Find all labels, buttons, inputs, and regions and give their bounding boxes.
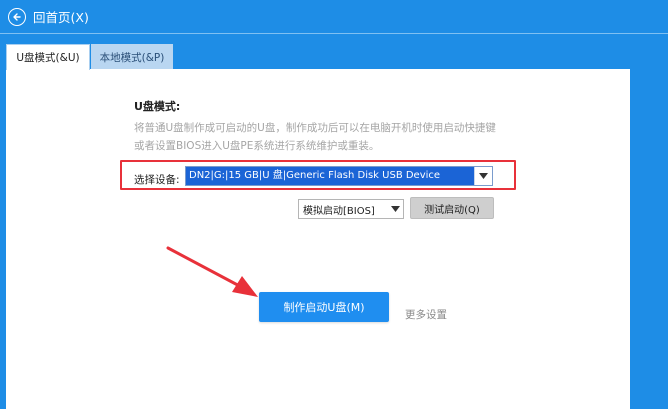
make-boot-usb-button[interactable]: 制作启动U盘(M) (259, 292, 389, 322)
more-settings-link[interactable]: 更多设置 (405, 307, 447, 322)
tab-usb-mode[interactable]: U盘模式(&U) (6, 44, 90, 70)
red-arrow-annotation (166, 246, 258, 297)
